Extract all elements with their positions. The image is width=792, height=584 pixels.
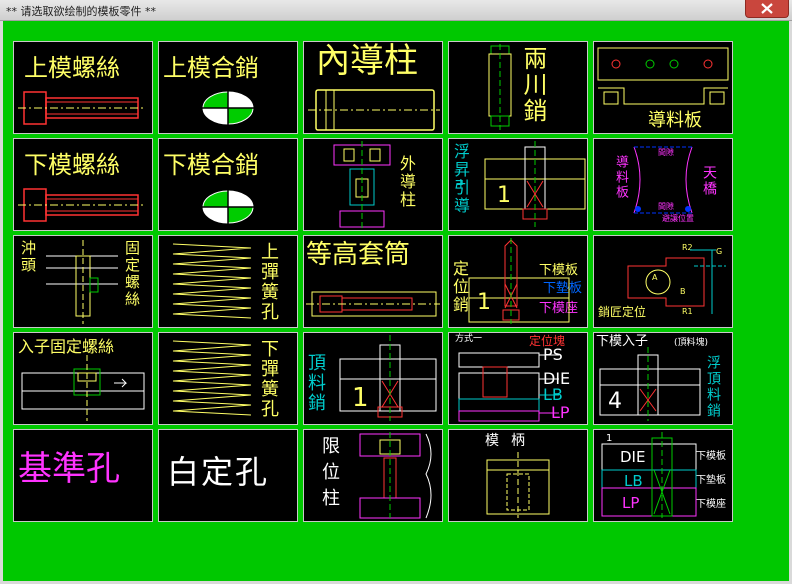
dialog-window: ** 请选取欲绘制的模板零件 ** 上模螺絲 上模合銷 內導柱 兩川銷 導料板 …	[0, 0, 792, 584]
tile-punch-fix-screw[interactable]: 沖頭 固定螺絲	[13, 235, 153, 328]
float-pilot-icon	[484, 141, 586, 227]
tile-pin-positioning[interactable]: 銷匠定位 R2 R1 G A B	[593, 235, 733, 328]
tile-stock-guide[interactable]: 導料板	[593, 41, 733, 134]
stock-guide-icon	[597, 47, 729, 105]
tile-upper-dowel[interactable]: 上模合銷	[158, 41, 298, 134]
limit-post-icon	[359, 432, 432, 519]
tile-insert-fix-screw[interactable]: 入子固定螺絲	[13, 332, 153, 425]
tile-upper-spring-hole[interactable]: 上彈簧孔	[158, 235, 298, 328]
shank-icon	[486, 452, 550, 518]
height-sleeve-icon	[306, 291, 440, 317]
ejector-pin-icon	[339, 335, 437, 421]
title-bar[interactable]: ** 请选取欲绘制的模板零件 **	[0, 0, 792, 21]
tile-inner-guide-post[interactable]: 內導柱	[303, 41, 443, 134]
window-title: ** 请选取欲绘制的模板零件 **	[6, 5, 156, 18]
tile-lower-dowel[interactable]: 下模合銷	[158, 138, 298, 231]
two-pin-icon	[488, 44, 512, 130]
tile-height-sleeve[interactable]: 等高套筒	[303, 235, 443, 328]
close-button[interactable]	[745, 0, 789, 18]
close-icon	[761, 3, 773, 14]
tile-die-stack[interactable]: 1 DIE LB LP 下模板 下墊板 下模座	[593, 429, 733, 522]
tile-guide-bridge[interactable]: 導料板 天橋 間隙 間隙 避讓位置	[593, 138, 733, 231]
tile-label: 基準孔	[18, 449, 120, 489]
locating-pin-icon	[468, 238, 570, 324]
guide-bridge-icon	[633, 146, 693, 214]
tile-lower-spring-hole[interactable]: 下彈簧孔	[158, 332, 298, 425]
tile-upper-screw[interactable]: 上模螺絲	[13, 41, 153, 134]
locating-block-icon	[458, 352, 559, 422]
lower-screw-icon	[18, 188, 146, 222]
tile-float-pilot[interactable]: 浮昇引導 + 1	[448, 138, 588, 231]
tile-locating-block[interactable]: 方式一 定位塊 PS DIE LB LP	[448, 332, 588, 425]
lower-insert-float-icon	[599, 347, 701, 421]
tile-label: 白定孔	[167, 453, 270, 491]
outer-guide-post-icon	[333, 141, 391, 229]
upper-screw-icon	[18, 91, 146, 125]
tile-shank[interactable]: 模柄	[448, 429, 588, 522]
lower-dowel-icon	[195, 187, 261, 227]
tile-lower-insert-float[interactable]: 下模入子 (頂料塊) 浮頂料銷 4	[593, 332, 733, 425]
inner-guide-post-icon	[308, 89, 440, 131]
upper-dowel-icon	[195, 88, 261, 128]
template-parts-panel: 上模螺絲 上模合銷 內導柱 兩川銷 導料板 下模螺絲 下模合銷 外導柱 浮昇引導…	[3, 21, 789, 581]
lower-spring-hole-icon	[172, 340, 252, 416]
tile-ejector-pin[interactable]: 頂料銷 1	[303, 332, 443, 425]
upper-spring-hole-icon	[172, 243, 252, 319]
tile-limit-post[interactable]: 限位柱	[303, 429, 443, 522]
tile-two-pin[interactable]: 兩川銷	[448, 41, 588, 134]
tile-outer-guide-post[interactable]: 外導柱	[303, 138, 443, 231]
tile-self-fix-hole[interactable]: 白定孔	[158, 429, 298, 522]
die-stack-icon	[601, 432, 697, 518]
tile-datum-hole[interactable]: 基準孔	[13, 429, 153, 522]
tile-lower-screw[interactable]: 下模螺絲	[13, 138, 153, 231]
tile-locating-pin[interactable]: 定位銷 下模板 下墊板 下模座 1	[448, 235, 588, 328]
insert-fix-screw-icon	[21, 355, 145, 421]
punch-fix-screw-icon	[46, 240, 118, 324]
pin-positioning-icon	[627, 249, 726, 314]
